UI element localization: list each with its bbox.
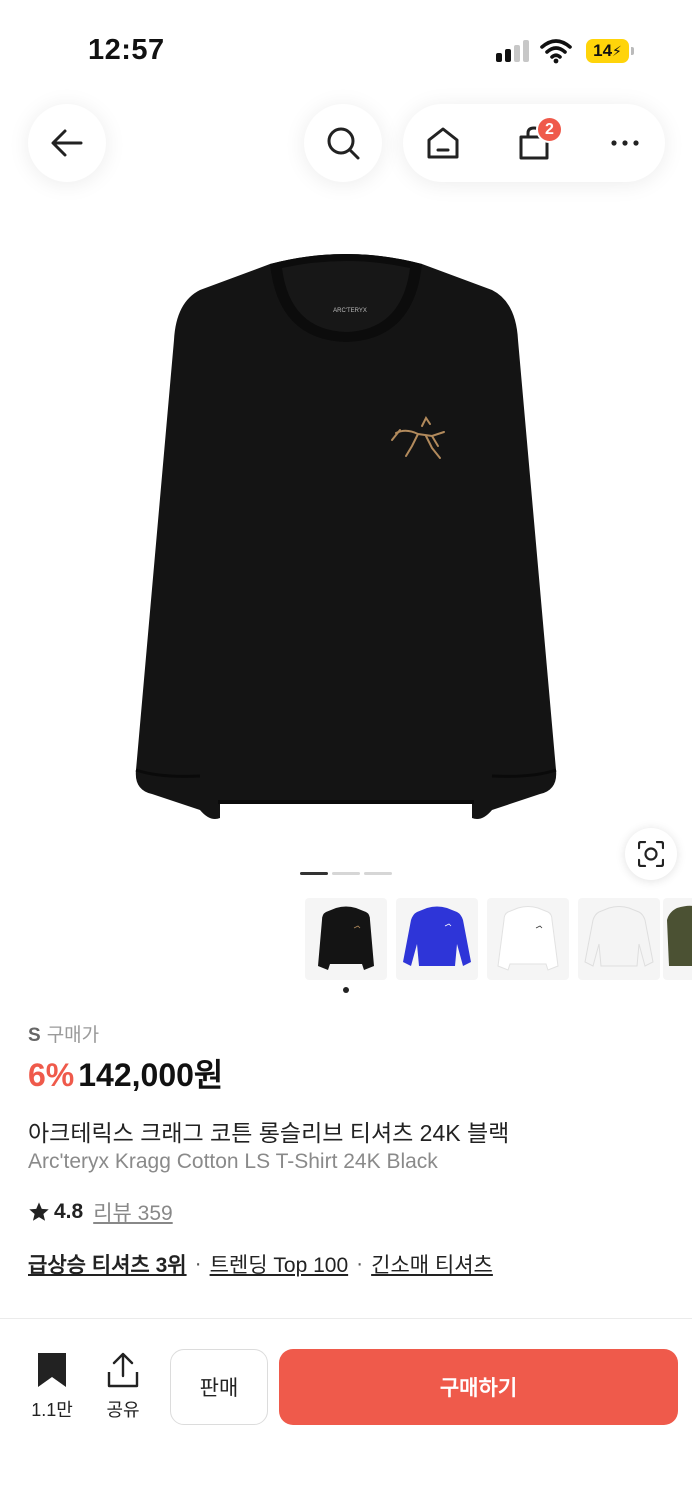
thumbnail-black[interactable] (305, 898, 387, 980)
share-icon (107, 1352, 139, 1388)
size-value: S (28, 1025, 41, 1046)
image-search-button[interactable] (625, 828, 677, 880)
product-title-english: Arc'teryx Kragg Cotton LS T-Shirt 24K Bl… (28, 1150, 438, 1173)
battery-icon: 14 ⚡ (586, 39, 634, 63)
price-row: 6% 142,000원 (28, 1050, 223, 1096)
pager-dot (300, 872, 328, 875)
bookmark-icon (38, 1353, 66, 1387)
wifi-icon (540, 39, 572, 64)
rating-score: 4.8 (54, 1200, 84, 1223)
tag-rising-rank[interactable]: 급상승 티셔츠 3위 (28, 1249, 187, 1279)
price-value: 142,000원 (78, 1057, 224, 1093)
thumbnail-white-2[interactable] (578, 898, 660, 980)
nav-pill (403, 104, 665, 182)
product-image[interactable]: ARC'TERYX (120, 250, 572, 840)
back-arrow-icon (51, 129, 83, 157)
tag-category[interactable]: 긴소매 티셔츠 (371, 1249, 493, 1279)
neck-label-text: ARC'TERYX (333, 308, 367, 314)
pager-dot (332, 872, 360, 875)
thumbnail-white[interactable] (487, 898, 569, 980)
thumbnail-olive[interactable] (663, 898, 692, 980)
discount-rate: 6% (28, 1057, 75, 1093)
thumbnail-image (667, 905, 692, 966)
battery-level: 14 (593, 41, 613, 60)
divider (0, 1318, 692, 1319)
home-button[interactable] (403, 104, 483, 182)
sell-button[interactable]: 판매 (170, 1349, 268, 1425)
tag-separator: · (194, 1252, 202, 1275)
thumbnail-blue[interactable] (396, 898, 478, 980)
star-icon (29, 1202, 49, 1221)
tag-trending[interactable]: 트렌딩 Top 100 (210, 1249, 349, 1279)
camera-lens-icon (638, 841, 664, 867)
thumbnail-image (584, 906, 654, 967)
cart-button[interactable] (494, 104, 574, 182)
home-icon (427, 127, 459, 159)
cart-count-badge: 2 (536, 116, 563, 143)
reviews-link[interactable]: 리뷰 359 (93, 1197, 173, 1227)
bookmark-button[interactable]: 1.1만 (22, 1352, 82, 1422)
price-label: 구매가 (46, 1025, 100, 1046)
thumbnail-selected-dot (343, 987, 349, 993)
search-button[interactable] (304, 104, 382, 182)
status-time: 12:57 (88, 34, 165, 66)
buy-button[interactable]: 구매하기 (279, 1349, 678, 1425)
more-button[interactable] (585, 104, 665, 182)
product-title-korean: 아크테릭스 크래그 코튼 롱슬리브 티셔츠 24K 블랙 (28, 1120, 510, 1146)
bookmark-count: 1.1만 (31, 1400, 73, 1420)
status-bar: 12:57 14 ⚡ (0, 0, 692, 100)
rating-row: 4.8 리뷰 359 (28, 1197, 173, 1227)
more-icon (611, 140, 639, 146)
thumbnail-image (497, 906, 559, 971)
size-price-label: S 구매가 (28, 1020, 99, 1047)
back-button[interactable] (28, 104, 106, 182)
thumbnail-image (318, 906, 374, 970)
cellular-signal-icon (496, 40, 532, 62)
search-icon (327, 127, 360, 160)
ranking-tags: 급상승 티셔츠 3위 · 트렌딩 Top 100 · 긴소매 티셔츠 (28, 1249, 493, 1279)
thumbnail-image (403, 906, 471, 966)
share-label: 공유 (106, 1400, 140, 1420)
pager-dot (364, 872, 392, 875)
share-button[interactable]: 공유 (93, 1352, 153, 1422)
tag-separator: · (356, 1252, 364, 1275)
